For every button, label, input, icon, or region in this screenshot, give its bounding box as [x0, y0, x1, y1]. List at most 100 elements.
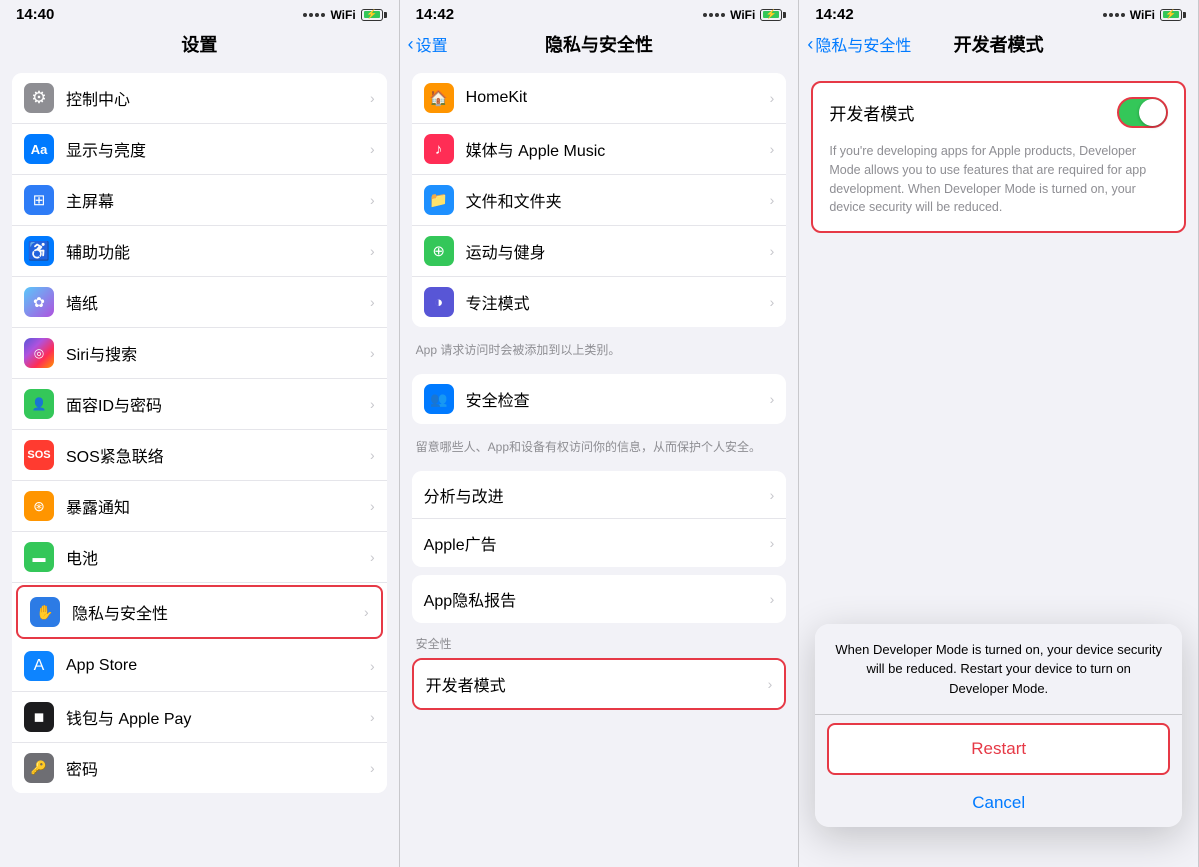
settings-item-apple-ads[interactable]: Apple广告 ›: [412, 519, 787, 567]
settings-item-privacy[interactable]: ✋ 隐私与安全性 ›: [16, 585, 383, 639]
wifi-icon: WiFi: [330, 8, 355, 22]
settings-item-wallpaper[interactable]: ✿ 墙纸 ›: [12, 277, 387, 328]
signal-dots: [303, 13, 325, 17]
battery-settings-icon: ▬: [24, 542, 54, 572]
note-2: 留意哪些人、App和设备有权访问你的信息，从而保护个人安全。: [400, 432, 799, 463]
settings-item-exposure[interactable]: ⊛ 暴露通知 ›: [12, 481, 387, 532]
files-label: 文件和文件夹: [466, 188, 770, 212]
settings-item-control-center[interactable]: ⚙ 控制中心 ›: [12, 73, 387, 124]
settings-item-display[interactable]: Aa 显示与亮度 ›: [12, 124, 387, 175]
settings-item-home-screen[interactable]: ⊞ 主屏幕 ›: [12, 175, 387, 226]
panel-developer-mode: 14:42 WiFi ⚡ ‹ 隐私与安全性 开发者模式 开发者模式: [799, 0, 1199, 867]
back-label-2: 设置: [416, 32, 448, 56]
page-title-2: 隐私与安全性: [545, 31, 653, 57]
sos-icon: SOS: [24, 440, 54, 470]
nav-bar-1: 设置: [0, 27, 399, 65]
status-bar-2: 14:42 WiFi ⚡: [400, 0, 799, 27]
privacy-report-label: App隐私报告: [424, 587, 770, 611]
privacy-icon: ✋: [30, 597, 60, 627]
settings-item-privacy-report[interactable]: App隐私报告 ›: [412, 575, 787, 623]
chevron-icon: ›: [370, 90, 375, 106]
privacy-group-4: App隐私报告 ›: [412, 575, 787, 623]
privacy-group-1: 🏠 HomeKit › ♪ 媒体与 Apple Music › 📁 文件和文件夹…: [412, 73, 787, 327]
time-2: 14:42: [416, 6, 454, 23]
settings-group-main: ⚙ 控制中心 › Aa 显示与亮度 › ⊞ 主屏幕 › ♿ 辅助功能 › ✿: [12, 73, 387, 793]
wallet-icon: ◼: [24, 702, 54, 732]
settings-item-battery[interactable]: ▬ 电池 ›: [12, 532, 387, 583]
settings-item-wallet[interactable]: ◼ 钱包与 Apple Pay ›: [12, 692, 387, 743]
privacy-group-5: 开发者模式 ›: [412, 658, 787, 710]
security-section-label: 安全性: [400, 631, 799, 654]
wifi-icon-2: WiFi: [730, 8, 755, 22]
battery-icon: ⚡: [361, 9, 383, 21]
chevron-icon: ›: [370, 345, 375, 361]
cancel-button[interactable]: Cancel: [815, 779, 1182, 827]
status-icons-1: WiFi ⚡: [303, 8, 382, 22]
chevron-icon: ›: [370, 396, 375, 412]
settings-item-fitness[interactable]: ⊕ 运动与健身 ›: [412, 226, 787, 277]
status-icons-2: WiFi ⚡: [703, 8, 782, 22]
settings-item-developer-mode[interactable]: 开发者模式 ›: [414, 660, 785, 708]
chevron-icon: ›: [370, 760, 375, 776]
developer-mode-alert-overlay: When Developer Mode is turned on, your d…: [799, 0, 1198, 867]
alert-message: When Developer Mode is turned on, your d…: [815, 624, 1182, 716]
chevron-icon: ›: [770, 487, 775, 503]
time-1: 14:40: [16, 6, 54, 23]
restart-button[interactable]: Restart: [827, 723, 1170, 775]
fitness-icon: ⊕: [424, 236, 454, 266]
password-icon: 🔑: [24, 753, 54, 783]
nav-bar-2: ‹ 设置 隐私与安全性: [400, 27, 799, 65]
exposure-icon: ⊛: [24, 491, 54, 521]
settings-item-media-music[interactable]: ♪ 媒体与 Apple Music ›: [412, 124, 787, 175]
settings-item-face-id[interactable]: 👤 面容ID与密码 ›: [12, 379, 387, 430]
files-icon: 📁: [424, 185, 454, 215]
chevron-icon: ›: [370, 192, 375, 208]
signal-dots-2: [703, 13, 725, 17]
wallpaper-label: 墙纸: [66, 290, 370, 314]
settings-item-analytics[interactable]: 分析与改进 ›: [412, 471, 787, 519]
exposure-label: 暴露通知: [66, 494, 370, 518]
settings-item-files[interactable]: 📁 文件和文件夹 ›: [412, 175, 787, 226]
settings-item-homekit[interactable]: 🏠 HomeKit ›: [412, 73, 787, 124]
settings-item-siri[interactable]: ◎ Siri与搜索 ›: [12, 328, 387, 379]
siri-icon: ◎: [24, 338, 54, 368]
fitness-label: 运动与健身: [466, 239, 770, 263]
chevron-icon: ›: [370, 141, 375, 157]
password-label: 密码: [66, 756, 370, 780]
back-button-2[interactable]: ‹ 设置: [408, 32, 448, 56]
battery-label: 电池: [66, 545, 370, 569]
chevron-icon: ›: [370, 294, 375, 310]
chevron-icon: ›: [770, 141, 775, 157]
privacy-group-2: 👥 安全检查 ›: [412, 374, 787, 424]
media-music-label: 媒体与 Apple Music: [466, 137, 770, 161]
settings-item-password[interactable]: 🔑 密码 ›: [12, 743, 387, 793]
siri-label: Siri与搜索: [66, 341, 370, 365]
status-bar-1: 14:40 WiFi ⚡: [0, 0, 399, 27]
note-1: App 请求访问时会被添加到以上类别。: [400, 335, 799, 366]
settings-item-safety-check[interactable]: 👥 安全检查 ›: [412, 374, 787, 424]
wallet-label: 钱包与 Apple Pay: [66, 705, 370, 729]
settings-item-sos[interactable]: SOS SOS紧急联络 ›: [12, 430, 387, 481]
focus-label: 专注模式: [466, 290, 770, 314]
settings-item-appstore[interactable]: A App Store ›: [12, 641, 387, 692]
bolt-icon-3: ⚡: [1165, 9, 1176, 20]
analytics-label: 分析与改进: [424, 483, 770, 507]
home-screen-label: 主屏幕: [66, 188, 370, 212]
privacy-group-3: 分析与改进 › Apple广告 ›: [412, 471, 787, 567]
bolt-icon: ⚡: [366, 9, 377, 20]
developer-mode-alert: When Developer Mode is turned on, your d…: [815, 624, 1182, 828]
chevron-icon: ›: [370, 447, 375, 463]
chevron-icon: ›: [770, 294, 775, 310]
panel-privacy: 14:42 WiFi ⚡ ‹ 设置 隐私与安全性 🏠 HomeKit ›: [400, 0, 800, 867]
chevron-icon: ›: [770, 192, 775, 208]
settings-item-focus[interactable]: ◑ 专注模式 ›: [412, 277, 787, 327]
chevron-icon: ›: [770, 243, 775, 259]
chevron-icon: ›: [370, 549, 375, 565]
focus-icon: ◑: [424, 287, 454, 317]
control-center-label: 控制中心: [66, 86, 370, 110]
chevron-icon: ›: [370, 709, 375, 725]
settings-item-accessibility[interactable]: ♿ 辅助功能 ›: [12, 226, 387, 277]
face-id-icon: 👤: [24, 389, 54, 419]
developer-mode-label: 开发者模式: [426, 672, 768, 696]
chevron-icon: ›: [370, 498, 375, 514]
